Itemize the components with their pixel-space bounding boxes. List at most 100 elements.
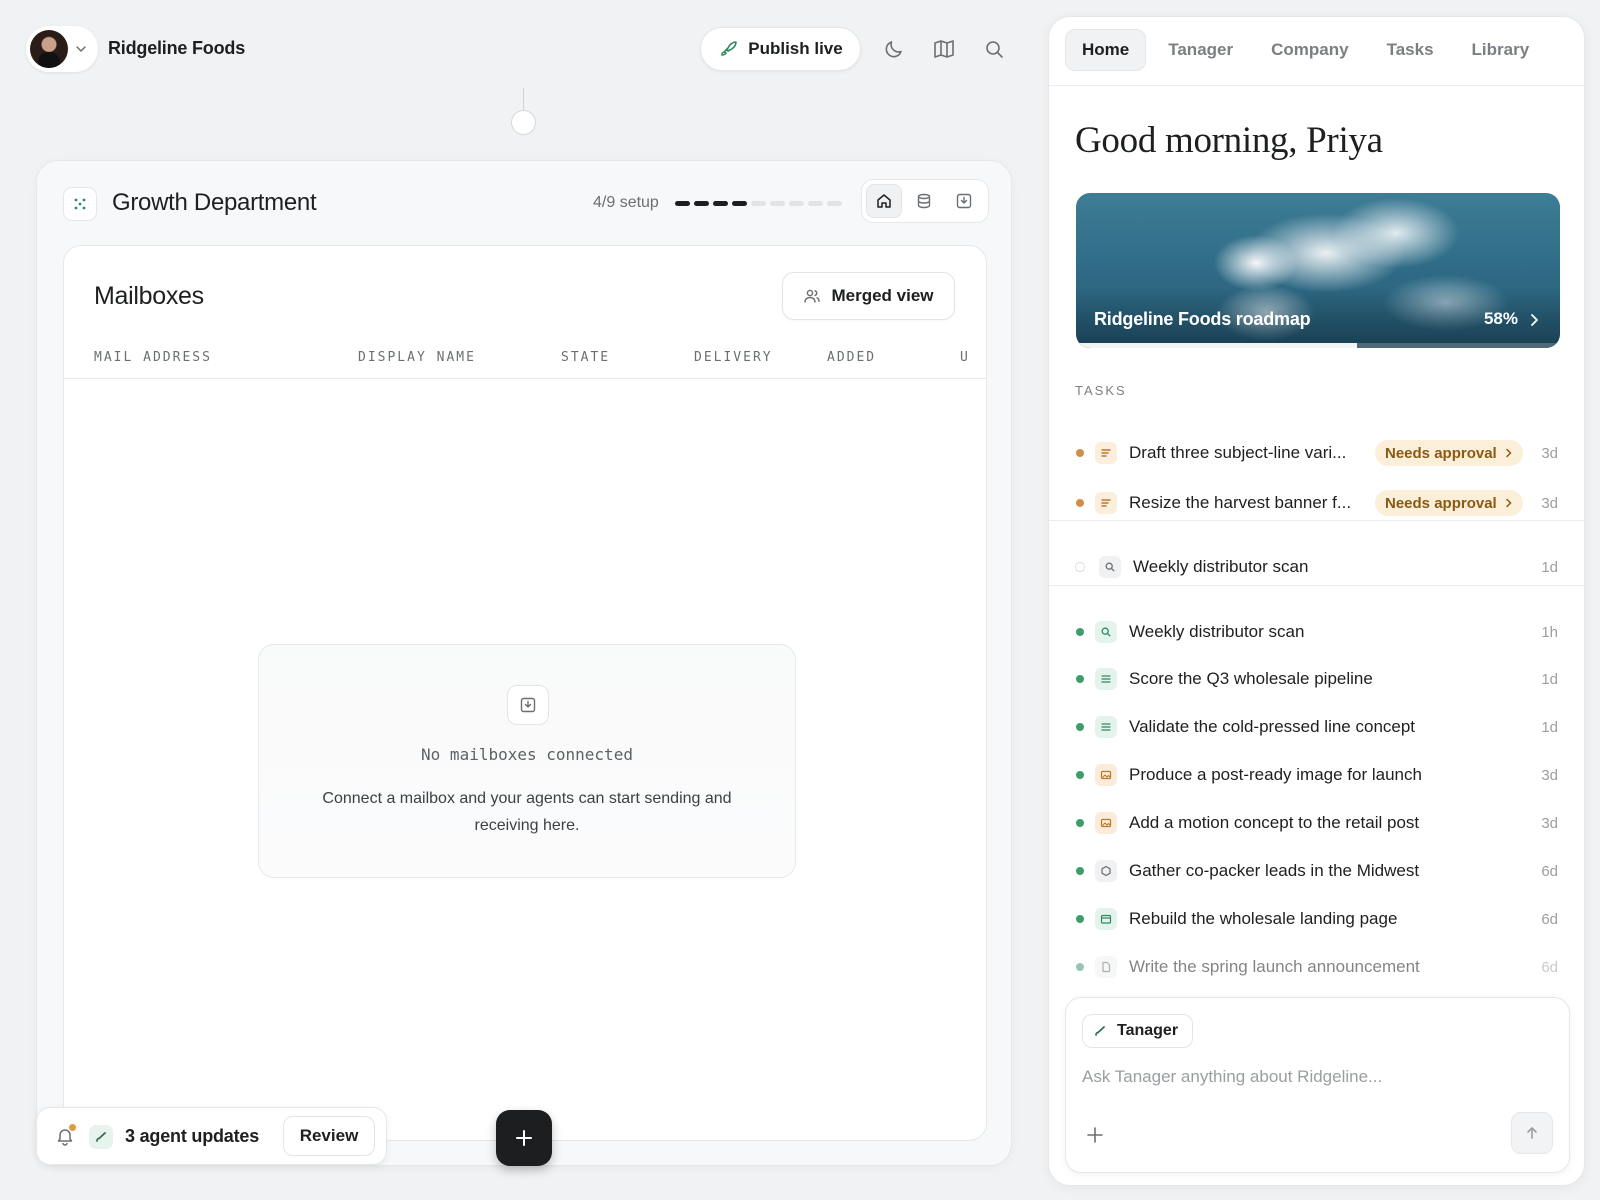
agent-updates-count: 3 agent updates bbox=[125, 1126, 260, 1146]
task-row[interactable]: Score the Q3 wholesale pipeline 1d bbox=[1049, 659, 1584, 699]
connector-line bbox=[523, 88, 524, 112]
task-row[interactable]: Write the spring launch announcement 6d bbox=[1049, 947, 1584, 987]
publish-live-button[interactable]: Publish live bbox=[700, 27, 861, 71]
search-icon bbox=[1099, 556, 1121, 578]
sparkle-dots-icon bbox=[63, 187, 97, 221]
send-button[interactable] bbox=[1511, 1112, 1553, 1154]
roadmap-percent: 58% bbox=[1483, 309, 1518, 328]
ask-input[interactable] bbox=[1082, 1062, 1552, 1092]
merged-view-button[interactable]: Merged view bbox=[782, 272, 955, 320]
plus-icon[interactable] bbox=[1084, 1124, 1106, 1146]
task-row[interactable]: Draft three subject-line vari... Needs a… bbox=[1049, 433, 1584, 473]
task-age: 3d bbox=[1541, 494, 1558, 512]
section-divider bbox=[1049, 520, 1584, 521]
task-age: 1d bbox=[1541, 670, 1558, 688]
tab-company[interactable]: Company bbox=[1255, 29, 1364, 71]
review-button[interactable]: Review bbox=[283, 1116, 375, 1156]
org-switcher[interactable] bbox=[26, 26, 98, 72]
greeting: Good morning, Priya bbox=[1075, 120, 1383, 161]
status-dot-pending bbox=[1075, 562, 1085, 572]
task-row[interactable]: Validate the cold-pressed line concept 1… bbox=[1049, 707, 1584, 747]
tab-library[interactable]: Library bbox=[1456, 29, 1546, 71]
connector-node[interactable] bbox=[511, 110, 536, 135]
column-header-delivery[interactable]: DELIVERY bbox=[694, 350, 773, 365]
column-header-mail-address[interactable]: MAIL ADDRESS bbox=[94, 350, 212, 365]
home-view-button[interactable] bbox=[866, 184, 902, 218]
roadmap-progress-track bbox=[1076, 343, 1560, 348]
mailboxes-title: Mailboxes bbox=[94, 282, 204, 310]
roadmap-title: Ridgeline Foods roadmap bbox=[1094, 309, 1311, 329]
status-dot bbox=[1076, 915, 1084, 923]
status-dot bbox=[1076, 963, 1084, 971]
setup-progress-label: 4/9 setup bbox=[593, 194, 659, 211]
status-dot bbox=[1076, 819, 1084, 827]
database-view-button[interactable] bbox=[906, 184, 942, 218]
tab-home[interactable]: Home bbox=[1065, 29, 1147, 71]
brush-icon bbox=[1093, 1024, 1107, 1038]
setup-progress-segment bbox=[713, 201, 728, 206]
image-icon bbox=[1095, 764, 1117, 786]
section-divider bbox=[1049, 585, 1584, 586]
column-header-truncated[interactable]: U bbox=[960, 350, 970, 365]
task-age: 1h bbox=[1541, 623, 1558, 641]
task-age: 6d bbox=[1541, 862, 1558, 880]
map-icon[interactable] bbox=[932, 37, 956, 61]
task-age: 1d bbox=[1541, 718, 1558, 736]
chevron-down-icon bbox=[74, 42, 88, 56]
tab-tasks[interactable]: Tasks bbox=[1371, 29, 1450, 71]
tab-tanager[interactable]: Tanager bbox=[1152, 29, 1249, 71]
task-row[interactable]: Gather co-packer leads in the Midwest 6d bbox=[1049, 851, 1584, 891]
inbox-view-button[interactable] bbox=[946, 184, 982, 218]
task-title: Gather co-packer leads in the Midwest bbox=[1129, 861, 1420, 880]
needs-approval-badge[interactable]: Needs approval bbox=[1375, 440, 1523, 466]
column-header-state[interactable]: STATE bbox=[561, 350, 610, 365]
text-lines-icon bbox=[1095, 442, 1117, 464]
empty-state-description: Connect a mailbox and your agents can st… bbox=[322, 790, 732, 834]
merged-view-label: Merged view bbox=[831, 286, 934, 305]
badge-label: Needs approval bbox=[1385, 444, 1497, 462]
text-lines-icon bbox=[1095, 716, 1117, 738]
setup-progress-segment bbox=[694, 201, 709, 206]
inbox-icon bbox=[507, 685, 549, 725]
task-title: Rebuild the wholesale landing page bbox=[1129, 909, 1398, 928]
status-dot bbox=[1076, 628, 1084, 636]
task-row[interactable]: Resize the harvest banner f... Needs app… bbox=[1049, 483, 1584, 523]
document-icon bbox=[1095, 956, 1117, 978]
add-button[interactable] bbox=[496, 1110, 552, 1166]
browser-icon bbox=[1095, 908, 1117, 930]
view-switcher bbox=[861, 179, 989, 223]
needs-approval-badge[interactable]: Needs approval bbox=[1375, 490, 1523, 516]
agent-selector[interactable]: Tanager bbox=[1082, 1014, 1194, 1048]
agent-brush-icon bbox=[89, 1125, 113, 1149]
task-title: Add a motion concept to the retail post bbox=[1129, 813, 1420, 832]
setup-progress-segment bbox=[675, 201, 690, 206]
setup-progress-segment bbox=[751, 201, 766, 206]
image-icon bbox=[1095, 812, 1117, 834]
task-title: Resize the harvest banner f... bbox=[1129, 493, 1352, 512]
department-title: Growth Department bbox=[112, 189, 317, 216]
task-row[interactable]: Add a motion concept to the retail post … bbox=[1049, 803, 1584, 843]
moon-icon[interactable] bbox=[882, 37, 906, 61]
status-dot bbox=[1076, 675, 1084, 683]
task-row[interactable]: Weekly distributor scan 1h bbox=[1049, 612, 1584, 652]
task-row[interactable]: Produce a post-ready image for launch 3d bbox=[1049, 755, 1584, 795]
task-age: 6d bbox=[1541, 910, 1558, 928]
task-age: 6d bbox=[1541, 958, 1558, 976]
column-header-added[interactable]: ADDED bbox=[827, 350, 876, 365]
search-icon[interactable] bbox=[982, 37, 1006, 61]
setup-progress-segment bbox=[770, 201, 785, 206]
task-age: 3d bbox=[1541, 444, 1558, 462]
setup-progress-segment bbox=[827, 201, 842, 206]
column-header-display-name[interactable]: DISPLAY NAME bbox=[358, 350, 476, 365]
database-icon bbox=[915, 192, 933, 210]
empty-state: No mailboxes connected Connect a mailbox… bbox=[258, 644, 796, 878]
tabs-divider bbox=[1049, 85, 1584, 86]
roadmap-card[interactable]: Ridgeline Foods roadmap 58% bbox=[1076, 193, 1560, 348]
task-title: Weekly distributor scan bbox=[1129, 622, 1305, 641]
home-panel: Home Tanager Company Tasks Library Good … bbox=[1048, 16, 1585, 1186]
agent-name: Tanager bbox=[1117, 1022, 1179, 1039]
task-row[interactable]: Weekly distributor scan 1d bbox=[1049, 547, 1584, 587]
chat-composer: Tanager bbox=[1065, 997, 1570, 1173]
notification-dot bbox=[69, 1124, 76, 1131]
task-row[interactable]: Rebuild the wholesale landing page 6d bbox=[1049, 899, 1584, 939]
